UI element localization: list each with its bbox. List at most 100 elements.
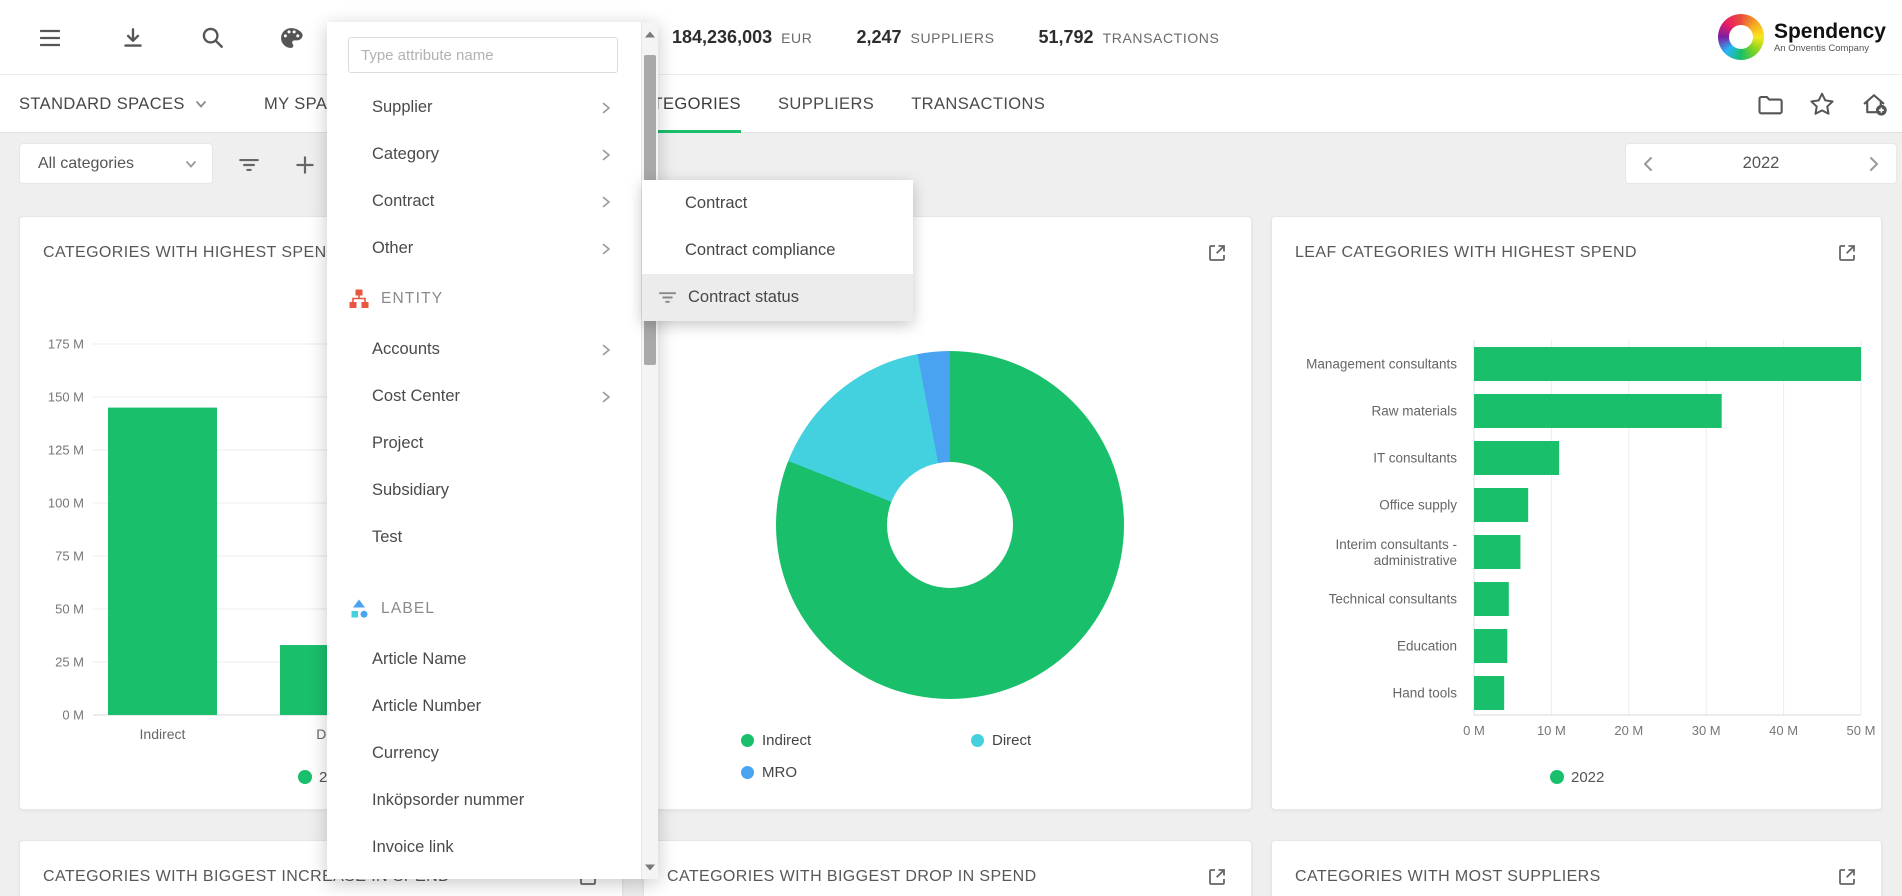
submenu-item-label: Contract compliance <box>685 241 835 260</box>
attr-item-label: Accounts <box>372 340 440 359</box>
attr-item-currency[interactable]: Currency <box>327 730 641 777</box>
submenu-item-label: Contract status <box>688 288 799 307</box>
attr-item-other[interactable]: Other <box>327 225 641 272</box>
attr-item-project[interactable]: Project <box>327 420 641 467</box>
filter-icon <box>657 287 678 308</box>
favorite-button[interactable] <box>1808 90 1836 118</box>
hamburger-menu-button[interactable] <box>36 24 64 52</box>
topbar-stats: 184,236,003EUR2,247SUPPLIERS51,792TRANSA… <box>672 0 1219 75</box>
bar-hand-tools[interactable] <box>1474 676 1504 710</box>
attr-item-label: Supplier <box>372 98 433 117</box>
popout-button[interactable] <box>1835 865 1859 889</box>
folder-button[interactable] <box>1756 90 1784 118</box>
legend-dot <box>298 770 312 784</box>
legend-item-direct[interactable]: Direct <box>971 732 1031 749</box>
legend-item-indirect[interactable]: Indirect <box>741 732 811 749</box>
attr-item-label: Invoice link <box>372 838 454 857</box>
attribute-search-input[interactable] <box>348 37 618 73</box>
brand-name: Spendency <box>1774 20 1886 43</box>
filter-button[interactable] <box>237 153 261 177</box>
bar-indirect[interactable] <box>108 408 217 715</box>
attr-item-supplier[interactable]: Supplier <box>327 84 641 131</box>
popout-button[interactable] <box>1205 241 1229 265</box>
x-tick-label: 20 M <box>1614 723 1643 738</box>
tab-transactions[interactable]: TRANSACTIONS <box>911 75 1045 133</box>
bar-education[interactable] <box>1474 629 1507 663</box>
popout-button[interactable] <box>1205 865 1229 889</box>
y-tick-label: 0 M <box>62 708 84 723</box>
attr-item-label: Cost Center <box>372 387 460 406</box>
chevron-right-icon <box>597 193 615 211</box>
attr-item-category[interactable]: Category <box>327 131 641 178</box>
donut-chart[interactable] <box>776 351 1124 699</box>
attr-item-label: Other <box>372 239 413 258</box>
bar-interim-consultants-administrative[interactable] <box>1474 535 1520 569</box>
next-year-button[interactable] <box>1862 153 1884 175</box>
tab-standard-spaces[interactable]: STANDARD SPACES <box>19 75 208 133</box>
download-button[interactable] <box>119 24 147 52</box>
entity-icon <box>348 288 370 310</box>
stat-value: 51,792 <box>1039 27 1094 48</box>
y-tick-label: 75 M <box>55 549 84 564</box>
bar-management-consultants[interactable] <box>1474 347 1861 381</box>
bar-it-consultants[interactable] <box>1474 441 1559 475</box>
attr-item-cost-center[interactable]: Cost Center <box>327 373 641 420</box>
x-tick-label: 50 M <box>1847 723 1876 738</box>
dropdown-scrollbar[interactable] <box>641 22 658 879</box>
legend-label: 2022 <box>1571 769 1604 786</box>
legend-item-mro[interactable]: MRO <box>741 764 797 781</box>
attr-item-subsidiary[interactable]: Subsidiary <box>327 467 641 514</box>
attr-item-contract[interactable]: Contract <box>327 178 641 225</box>
attr-item-invoice-link[interactable]: Invoice link <box>327 824 641 871</box>
submenu-item-contract-compliance[interactable]: Contract compliance <box>642 227 913 274</box>
tab-suppliers[interactable]: SUPPLIERS <box>778 75 874 133</box>
x-tick-label: 0 M <box>1463 723 1485 738</box>
legend-label: Indirect <box>762 732 811 749</box>
card-biggest-drop: CATEGORIES WITH BIGGEST DROP IN SPEND <box>643 840 1252 896</box>
attr-item-test[interactable]: Test <box>327 514 641 561</box>
category-label: Office supply <box>1379 498 1457 513</box>
attr-item-label: Article Name <box>372 650 466 669</box>
chevron-down-icon <box>194 97 208 111</box>
stat-value: 2,247 <box>856 27 901 48</box>
chevron-right-icon <box>1862 153 1884 175</box>
bar-office-supply[interactable] <box>1474 488 1528 522</box>
category-selector[interactable]: All categories <box>19 143 213 184</box>
scroll-down-icon <box>645 864 655 871</box>
y-tick-label: 125 M <box>48 443 84 458</box>
submenu-item-contract-status[interactable]: Contract status <box>642 274 913 321</box>
attribute-list: SupplierCategoryContractOtherENTITYAccou… <box>327 22 641 879</box>
star-icon <box>1808 90 1836 118</box>
legend-dot <box>1550 770 1564 784</box>
top-bar: 184,236,003EUR2,247SUPPLIERS51,792TRANSA… <box>0 0 1902 75</box>
attr-item-ink-psorder-nummer[interactable]: Inköpsorder nummer <box>327 777 641 824</box>
filter-icon <box>237 153 261 177</box>
y-tick-label: 150 M <box>48 390 84 405</box>
search-button[interactable] <box>199 24 227 52</box>
chevron-right-icon <box>597 388 615 406</box>
bar-raw-materials[interactable] <box>1474 394 1722 428</box>
add-to-home-button[interactable] <box>1860 90 1888 118</box>
year-selector: 2022 <box>1625 143 1897 184</box>
palette-button[interactable] <box>277 24 305 52</box>
scroll-down-button[interactable] <box>642 855 658 879</box>
add-widget-button[interactable] <box>293 153 317 177</box>
donut-hole <box>887 462 1013 588</box>
chevron-right-icon <box>597 240 615 258</box>
download-icon <box>119 24 147 52</box>
scroll-up-button[interactable] <box>642 22 658 46</box>
attr-item-article-number[interactable]: Article Number <box>327 683 641 730</box>
attr-item-accounts[interactable]: Accounts <box>327 326 641 373</box>
attr-item-label: Test <box>372 528 402 547</box>
chevron-right-icon <box>597 341 615 359</box>
attr-item-label: Inköpsorder nummer <box>372 791 524 810</box>
attr-item-article-name[interactable]: Article Name <box>327 636 641 683</box>
card-title: CATEGORIES WITH MOST SUPPLIERS <box>1295 868 1601 886</box>
brand: Spendency An Onventis Company <box>1718 14 1886 60</box>
bar-technical-consultants[interactable] <box>1474 582 1509 616</box>
category-selector-value: All categories <box>38 155 134 173</box>
category-label: Raw materials <box>1371 404 1457 419</box>
submenu-item-contract[interactable]: Contract <box>642 180 913 227</box>
submenu-item-label: Contract <box>685 194 747 213</box>
y-tick-label: 175 M <box>48 337 84 352</box>
